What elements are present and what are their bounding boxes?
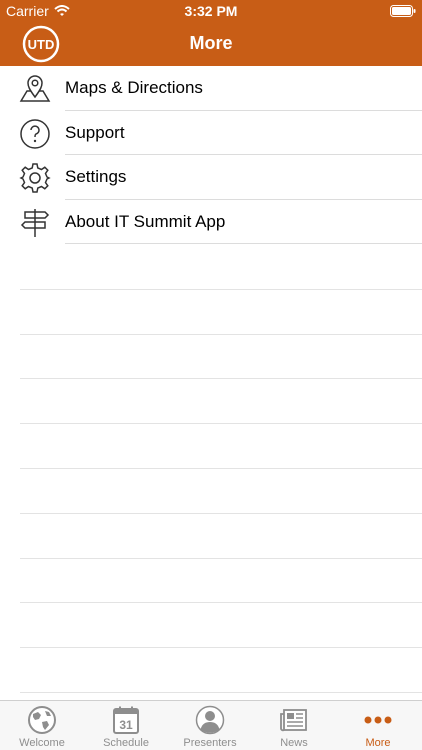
tab-presenters[interactable]: Presenters — [168, 701, 252, 750]
menu-item-about[interactable]: About IT Summit App — [0, 200, 422, 244]
person-icon — [195, 705, 225, 735]
clock: 3:32 PM — [184, 3, 238, 19]
empty-row — [0, 335, 422, 380]
empty-row — [0, 379, 422, 425]
tab-label: News — [280, 737, 308, 749]
battery-icon — [390, 5, 416, 17]
newspaper-icon — [280, 709, 307, 732]
status-bar: Carrier 3:32 PM — [0, 0, 422, 22]
tab-news[interactable]: News — [252, 701, 336, 750]
menu-item-label: Support — [65, 122, 125, 142]
menu-item-label: Settings — [65, 167, 127, 186]
menu-item-settings[interactable]: Settings — [0, 155, 422, 200]
tab-label: More — [365, 737, 391, 749]
tab-welcome[interactable]: Welcome — [0, 701, 84, 750]
empty-row — [0, 424, 422, 469]
question-icon — [20, 118, 50, 149]
tab-more[interactable]: More — [336, 701, 420, 750]
tab-label: Welcome — [19, 737, 65, 749]
gear-icon — [19, 163, 51, 193]
tab-bar: Welcome 31 Schedule Presenters News More — [0, 700, 422, 750]
empty-row — [0, 559, 422, 604]
tab-label: Schedule — [103, 737, 149, 749]
calendar-day: 31 — [119, 718, 133, 732]
tab-schedule[interactable]: 31 Schedule — [84, 701, 168, 750]
menu-item-support[interactable]: Support — [0, 111, 422, 155]
navigation-bar: UTD More — [0, 22, 422, 66]
menu-item-label: Maps & Directions — [65, 78, 203, 97]
map-pin-icon — [19, 75, 51, 102]
menu-item-maps[interactable]: Maps & Directions — [0, 66, 422, 111]
empty-row — [0, 514, 422, 559]
signpost-icon — [20, 208, 50, 237]
empty-row — [0, 245, 422, 290]
more-menu-list: Maps & Directions Support Settings About… — [0, 66, 422, 244]
empty-table-rows — [0, 245, 422, 693]
empty-row — [0, 290, 422, 335]
empty-row — [0, 603, 422, 649]
empty-row — [0, 469, 422, 514]
divider — [20, 691, 422, 693]
page-title: More — [189, 33, 233, 53]
empty-row — [0, 648, 422, 693]
divider — [65, 243, 422, 244]
menu-item-label: About IT Summit App — [65, 211, 226, 231]
calendar-icon: 31 — [113, 706, 139, 734]
tab-label: Presenters — [183, 737, 237, 749]
more-dots-icon — [364, 716, 392, 724]
globe-icon — [28, 706, 56, 734]
